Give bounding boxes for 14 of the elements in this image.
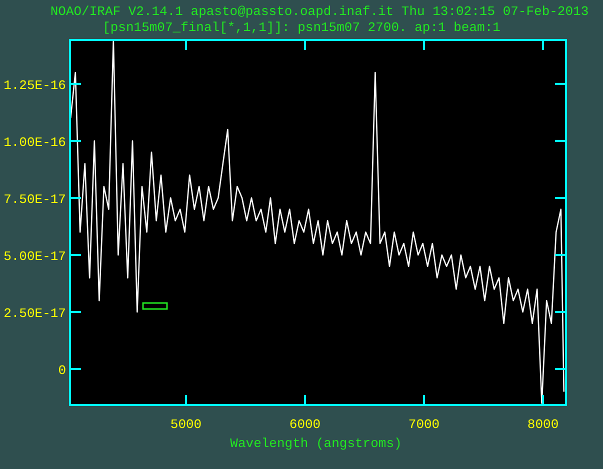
x-tick-label: 8000	[527, 417, 559, 432]
x-tick-label: 7000	[408, 417, 440, 432]
y-tick-label: 2.50E-17	[4, 306, 66, 321]
plot-title: NOAO/IRAF V2.14.1 apasto@passto.oapd.inaf.it Thu 13:02:15 07-Feb-2013	[50, 4, 589, 19]
plot-subtitle: [psn15m07_final[*,1,1]]: psn15m07 2700. ap:1 beam:1	[102, 20, 500, 35]
x-tick-label: 6000	[289, 417, 321, 432]
x-tick-label: 5000	[170, 417, 202, 432]
y-tick-label: 1.00E-16	[4, 134, 66, 150]
y-tick-label: 1.25E-16	[4, 78, 66, 93]
y-tick-label: 7.50E-17	[4, 192, 66, 207]
y-tick-label: 5.00E-17	[4, 248, 66, 264]
y-tick-label: 0	[58, 362, 66, 378]
x-axis-label: Wavelength (angstroms)	[230, 436, 402, 451]
marker-box	[142, 302, 168, 310]
